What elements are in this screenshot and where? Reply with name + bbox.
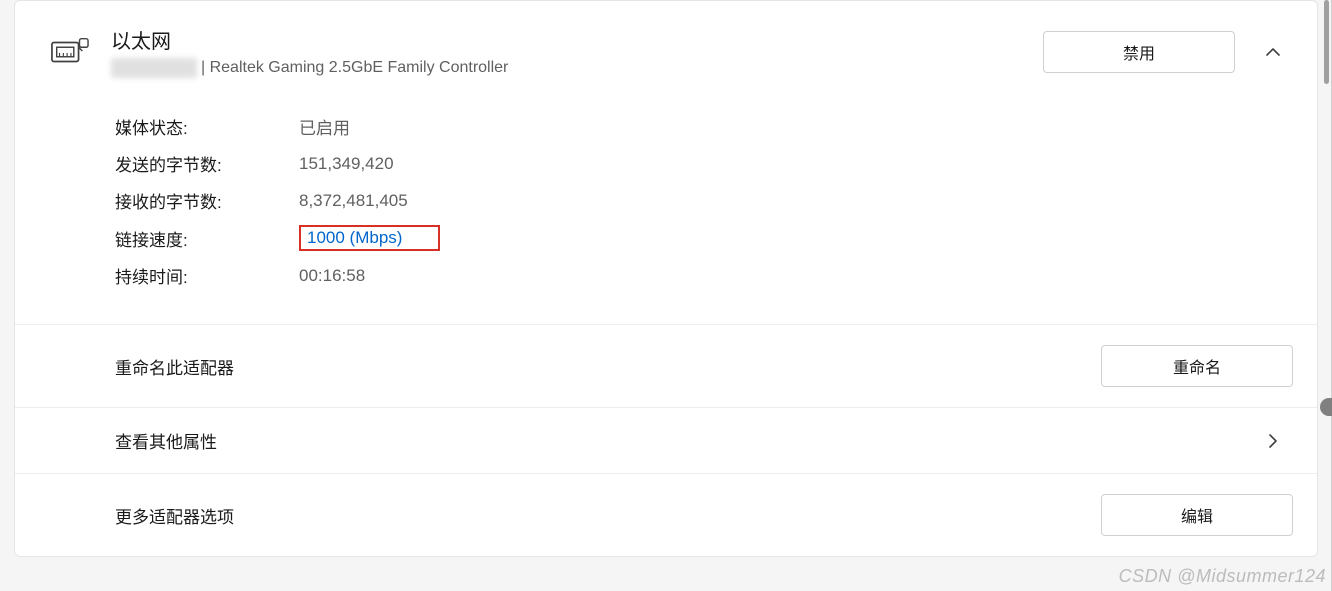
adapter-title: 以太网	[111, 25, 1043, 54]
side-handle-icon	[1320, 398, 1332, 416]
network-adapter-panel: 以太网 | Realtek Gaming 2.5GbE Family Contr…	[14, 0, 1318, 557]
media-state-label: 媒体状态:	[115, 114, 299, 139]
scrollbar-thumb[interactable]	[1324, 0, 1329, 84]
duration-row: 持续时间: 00:16:58	[115, 263, 1293, 288]
ethernet-icon	[51, 36, 89, 68]
link-speed-row: 链接速度: 1000 (Mbps)	[115, 225, 1293, 251]
chevron-up-icon	[1264, 43, 1282, 61]
adapter-controller-name: | Realtek Gaming 2.5GbE Family Controlle…	[201, 59, 508, 77]
more-options-label: 更多适配器选项	[115, 503, 1101, 528]
edit-button[interactable]: 编辑	[1101, 494, 1293, 536]
view-properties-section[interactable]: 查看其他属性	[15, 407, 1317, 473]
bytes-sent-label: 发送的字节数:	[115, 151, 299, 176]
duration-label: 持续时间:	[115, 263, 299, 288]
rename-button[interactable]: 重命名	[1101, 345, 1293, 387]
bytes-sent-row: 发送的字节数: 151,349,420	[115, 151, 1293, 176]
link-speed-value: 1000 (Mbps)	[299, 225, 440, 251]
view-properties-label: 查看其他属性	[115, 428, 1253, 453]
adapter-header: 以太网 | Realtek Gaming 2.5GbE Family Contr…	[15, 1, 1317, 98]
adapter-details: 媒体状态: 已启用 发送的字节数: 151,349,420 接收的字节数: 8,…	[15, 98, 1317, 324]
more-options-section: 更多适配器选项 编辑	[15, 473, 1317, 556]
adapter-header-text: 以太网 | Realtek Gaming 2.5GbE Family Contr…	[111, 25, 1043, 78]
watermark-text: CSDN @Midsummer124	[1119, 566, 1326, 587]
redacted-text	[111, 58, 197, 78]
rename-label: 重命名此适配器	[115, 354, 1101, 379]
adapter-subtitle: | Realtek Gaming 2.5GbE Family Controlle…	[111, 58, 1043, 78]
bytes-received-label: 接收的字节数:	[115, 188, 299, 213]
rename-section: 重命名此适配器 重命名	[15, 324, 1317, 407]
disable-button[interactable]: 禁用	[1043, 31, 1235, 73]
bytes-received-value: 8,372,481,405	[299, 191, 408, 211]
chevron-right-icon	[1265, 433, 1281, 449]
media-state-value: 已启用	[299, 114, 350, 139]
bytes-received-row: 接收的字节数: 8,372,481,405	[115, 188, 1293, 213]
bytes-sent-value: 151,349,420	[299, 154, 394, 174]
media-state-row: 媒体状态: 已启用	[115, 114, 1293, 139]
collapse-toggle[interactable]	[1253, 43, 1293, 61]
link-speed-label: 链接速度:	[115, 226, 299, 251]
duration-value: 00:16:58	[299, 266, 365, 286]
view-properties-chevron	[1253, 433, 1293, 449]
